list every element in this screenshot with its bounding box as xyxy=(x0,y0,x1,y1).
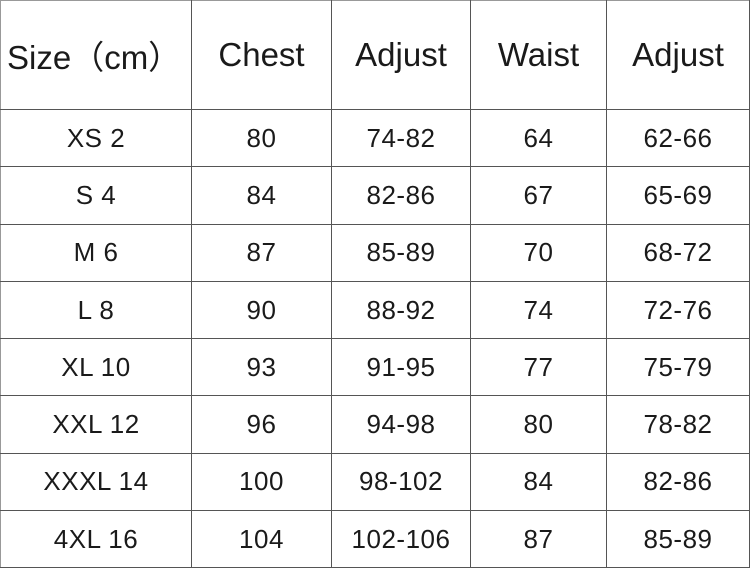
cell-chest: 100 xyxy=(191,452,332,512)
cell-chest-adjust: 85-89 xyxy=(331,223,471,282)
table-row: L 8 90 88-92 74 72-76 xyxy=(0,280,750,340)
cell-waist-adjust: 62-66 xyxy=(606,108,750,168)
table-row: XL 10 93 91-95 77 75-79 xyxy=(0,338,750,397)
cell-chest-adjust: 91-95 xyxy=(331,338,471,397)
cell-chest-adjust: 82-86 xyxy=(331,166,471,225)
cell-size: 4XL 16 xyxy=(0,510,192,569)
cell-waist-adjust: 72-76 xyxy=(606,280,750,340)
table-row: M 6 87 85-89 70 68-72 xyxy=(0,223,750,282)
cell-chest-adjust: 88-92 xyxy=(331,280,471,340)
cell-waist-adjust: 68-72 xyxy=(606,223,750,282)
cell-chest: 80 xyxy=(191,108,332,168)
cell-waist-adjust: 85-89 xyxy=(606,510,750,569)
cell-chest: 104 xyxy=(191,510,332,569)
cell-waist-adjust: 65-69 xyxy=(606,166,750,225)
cell-chest-adjust: 94-98 xyxy=(331,395,471,454)
header-chest: Chest xyxy=(191,0,332,110)
cell-chest: 84 xyxy=(191,166,332,225)
cell-waist: 74 xyxy=(470,280,607,340)
cell-size: XL 10 xyxy=(0,338,192,397)
header-chest-adjust: Adjust xyxy=(331,0,471,110)
table-row: XXL 12 96 94-98 80 78-82 xyxy=(0,395,750,454)
cell-waist-adjust: 78-82 xyxy=(606,395,750,454)
cell-waist-adjust: 82-86 xyxy=(606,452,750,512)
cell-waist: 87 xyxy=(470,510,607,569)
cell-size: L 8 xyxy=(0,280,192,340)
header-row: Size（cm） Chest Adjust Waist Adjust xyxy=(0,0,750,110)
cell-chest-adjust: 74-82 xyxy=(331,108,471,168)
cell-waist-adjust: 75-79 xyxy=(606,338,750,397)
cell-size: S 4 xyxy=(0,166,192,225)
table-row: XXXL 14 100 98-102 84 82-86 xyxy=(0,452,750,512)
header-waist: Waist xyxy=(470,0,607,110)
cell-chest-adjust: 98-102 xyxy=(331,452,471,512)
cell-waist: 64 xyxy=(470,108,607,168)
table-row: 4XL 16 104 102-106 87 85-89 xyxy=(0,510,750,569)
cell-waist: 77 xyxy=(470,338,607,397)
cell-waist: 67 xyxy=(470,166,607,225)
cell-chest: 96 xyxy=(191,395,332,454)
cell-size: XXL 12 xyxy=(0,395,192,454)
size-chart-table: Size（cm） Chest Adjust Waist Adjust XS 28… xyxy=(0,0,750,569)
cell-size: XS 2 xyxy=(0,108,192,168)
cell-chest-adjust: 102-106 xyxy=(331,510,471,569)
cell-waist: 70 xyxy=(470,223,607,282)
cell-chest: 93 xyxy=(191,338,332,397)
cell-size: XXXL 14 xyxy=(0,452,192,512)
cell-chest: 90 xyxy=(191,280,332,340)
cell-size: M 6 xyxy=(0,223,192,282)
header-size: Size（cm） xyxy=(0,0,192,110)
header-waist-adjust: Adjust xyxy=(606,0,750,110)
table-row: XS 2 80 74-82 64 62-66 xyxy=(0,108,750,168)
cell-chest: 87 xyxy=(191,223,332,282)
cell-waist: 84 xyxy=(470,452,607,512)
table-row: S 4 84 82-86 67 65-69 xyxy=(0,166,750,225)
cell-waist: 80 xyxy=(470,395,607,454)
